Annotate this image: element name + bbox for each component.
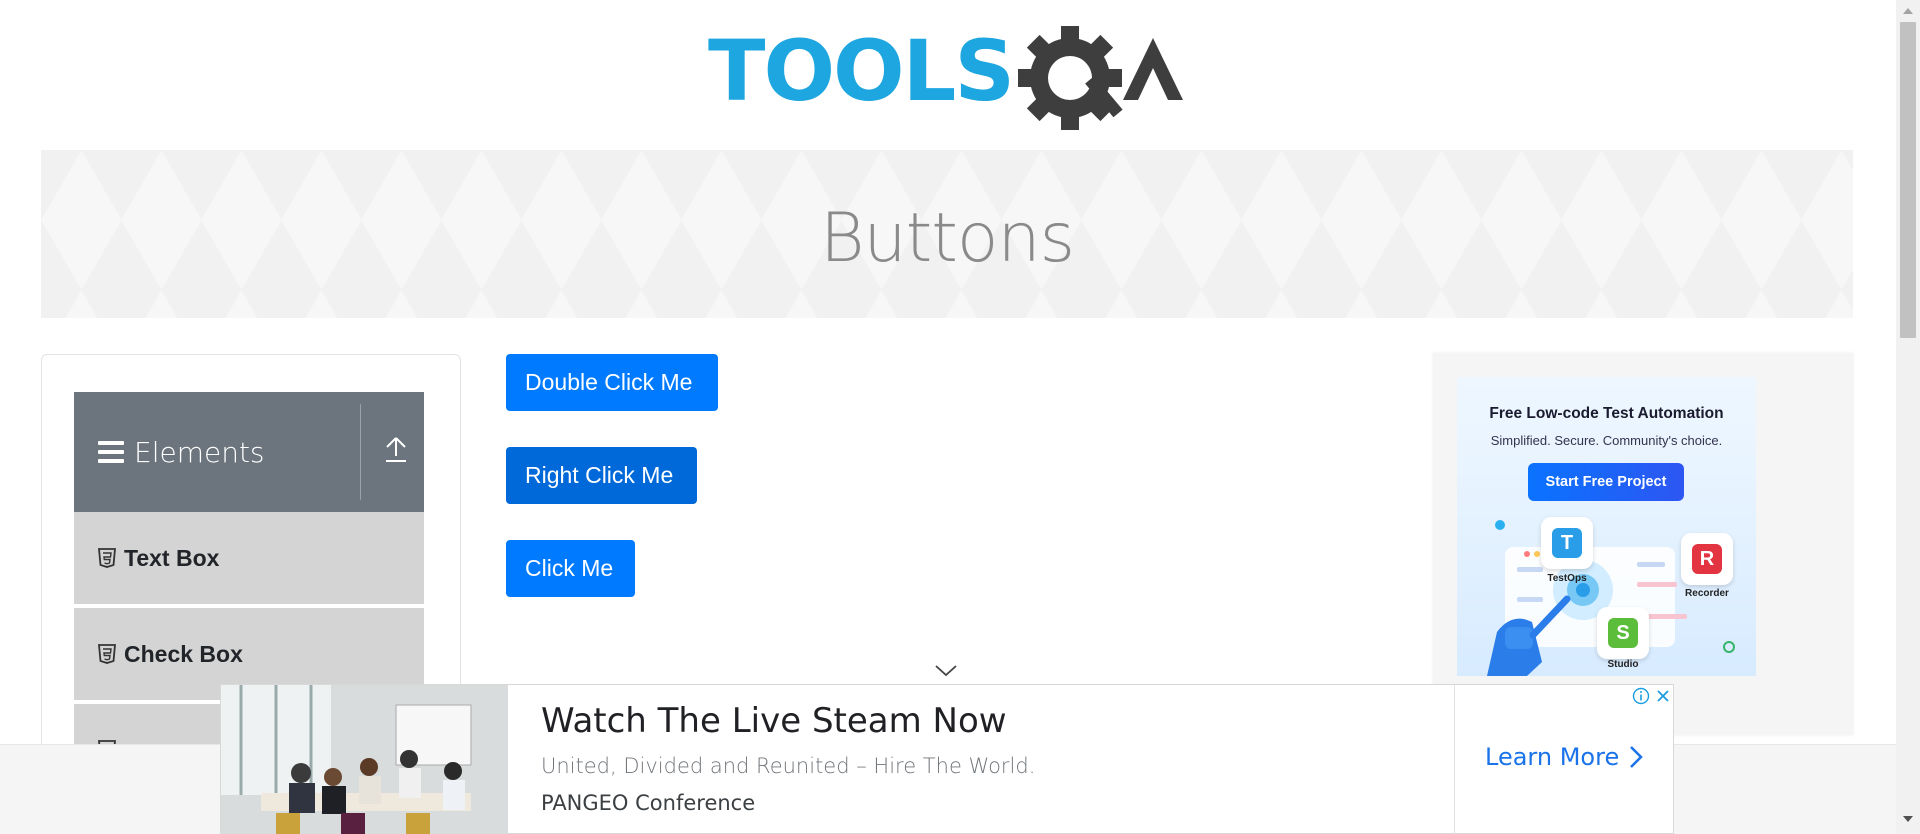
ad-info-icon[interactable] xyxy=(1630,685,1652,707)
scroll-down-arrow-icon[interactable] xyxy=(1903,816,1913,822)
studio-label: Studio xyxy=(1607,659,1639,670)
ad-image xyxy=(221,685,508,834)
sidebar-item-text-box[interactable]: Text Box xyxy=(74,512,424,606)
testops-label: TestOps xyxy=(1547,573,1587,584)
scroll-up-arrow-icon[interactable] xyxy=(1903,8,1913,14)
recorder-badge: R xyxy=(1681,533,1733,585)
sidebar-group-elements[interactable]: Elements xyxy=(74,392,424,512)
sidebar-group-title: Elements xyxy=(134,435,265,469)
scrollbar-thumb[interactable] xyxy=(1900,22,1916,338)
ad-description: United, Divided and Reunited – Hire The … xyxy=(541,754,1036,778)
svg-text:TOOLS: TOOLS xyxy=(708,22,1013,120)
page-title: Buttons xyxy=(819,198,1075,278)
divider xyxy=(1454,685,1455,834)
testops-badge: T xyxy=(1541,517,1593,569)
learn-more-link[interactable]: Learn More xyxy=(1485,743,1643,771)
click-button[interactable]: Click Me xyxy=(506,540,635,597)
bottom-ad[interactable]: Watch The Live Steam Now United, Divided… xyxy=(220,684,1674,834)
chevron-down-icon[interactable] xyxy=(934,664,958,678)
studio-badge: S xyxy=(1597,607,1649,659)
html5-icon xyxy=(98,644,116,664)
learn-more-label: Learn More xyxy=(1485,743,1620,771)
sidebar-item-label: Text Box xyxy=(124,544,220,571)
hamburger-icon xyxy=(98,441,124,463)
ad-advertiser: PANGEO Conference xyxy=(541,791,756,815)
divider xyxy=(360,404,361,500)
page: TOOLS Buttons Elements Text Box Check Bo… xyxy=(0,0,1920,834)
vertical-scrollbar[interactable] xyxy=(1896,0,1920,834)
chevron-right-icon xyxy=(1630,746,1643,768)
html5-icon xyxy=(98,548,116,568)
right-click-button[interactable]: Right Click Me xyxy=(506,447,697,504)
ad-title[interactable]: Watch The Live Steam Now xyxy=(541,701,1007,741)
page-banner: Buttons xyxy=(41,150,1853,318)
recorder-label: Recorder xyxy=(1685,588,1729,599)
double-click-button[interactable]: Double Click Me xyxy=(506,354,718,411)
ad-close-icon[interactable] xyxy=(1652,685,1674,707)
sidebar-item-label: Check Box xyxy=(124,640,243,667)
collapse-up-icon[interactable] xyxy=(384,434,408,464)
side-ad[interactable]: Free Low-code Test Automation Simplified… xyxy=(1457,377,1756,676)
toolsqa-logo[interactable]: TOOLS xyxy=(708,22,1193,137)
